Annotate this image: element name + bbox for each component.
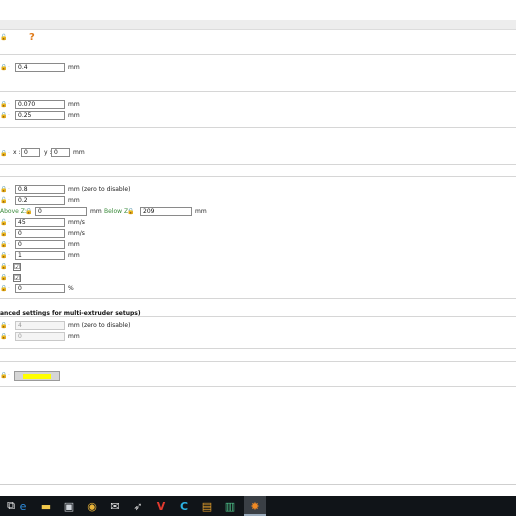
unlock-icon[interactable]: 🔓 [0, 220, 7, 226]
value-field[interactable]: 0.8 [15, 185, 65, 194]
divider [0, 484, 516, 485]
lock-icon[interactable]: 🔒 [25, 209, 32, 215]
divider [0, 386, 516, 387]
below-z-field[interactable]: 209 [140, 207, 192, 216]
divider [0, 361, 516, 362]
app-icon-2[interactable]: ➶ [127, 496, 149, 516]
reset-dot-icon[interactable]: · [8, 220, 12, 226]
lock-icon[interactable]: 🔒 [0, 231, 7, 237]
unlock-icon[interactable]: 🔓 [0, 198, 7, 204]
taskbar: ⧉ e ▬ ▣ ◉ ✉ ➶ V C ▤ ▥ ✸ [0, 496, 516, 516]
x-field[interactable]: 0 [21, 148, 40, 157]
value-field[interactable]: 0.25 [15, 111, 65, 120]
unit-label: mm [68, 241, 80, 248]
value-field[interactable]: 45 [15, 218, 65, 227]
divider [0, 91, 516, 92]
color-picker[interactable] [14, 371, 60, 381]
chrome-icon[interactable]: ◉ [81, 496, 103, 516]
unit-label: mm [68, 333, 80, 340]
reset-dot-icon[interactable]: · [8, 187, 12, 193]
lock-icon[interactable]: 🔒 [0, 113, 7, 119]
reset-dot-icon[interactable]: · [8, 286, 12, 292]
lock-icon[interactable]: 🔒 [0, 275, 7, 281]
divider [0, 164, 516, 165]
unit-label: mm [195, 208, 207, 215]
unit-label: mm [73, 149, 85, 156]
divider [0, 127, 516, 128]
x-label: x : [13, 149, 21, 156]
reset-dot-icon[interactable]: · [8, 264, 12, 270]
divider [0, 54, 516, 55]
file-explorer-icon[interactable]: ▬ [35, 496, 57, 516]
tab-strip [0, 20, 516, 30]
store-icon[interactable]: ▣ [58, 496, 80, 516]
divider [0, 348, 516, 349]
prusa-slicer-icon[interactable]: ✸ [244, 496, 266, 516]
color-swatch [23, 374, 51, 379]
y-field[interactable]: 0 [51, 148, 70, 157]
reset-dot-icon[interactable]: · [8, 373, 12, 379]
value-field[interactable]: 0.2 [15, 196, 65, 205]
unit-label: mm [68, 197, 80, 204]
value-field[interactable]: 0.4 [15, 63, 65, 72]
divider [0, 316, 516, 317]
value-field: 4 [15, 321, 65, 330]
reset-dot-icon: · [8, 322, 10, 329]
reset-dot-icon[interactable]: · [8, 102, 12, 108]
reset-dot-icon[interactable]: · [8, 242, 12, 248]
lock-icon[interactable]: 🔒 [0, 264, 7, 270]
reset-dot-icon[interactable]: · [8, 231, 12, 237]
lock-icon[interactable]: 🔒 [0, 253, 7, 259]
unit-label: mm [90, 208, 102, 215]
above-z-field[interactable]: 0 [35, 207, 87, 216]
value-field[interactable]: 0 [15, 229, 65, 238]
value-field[interactable]: 0 [15, 240, 65, 249]
reset-dot-icon[interactable]: · [8, 198, 12, 204]
lock-icon[interactable]: 🔒 [0, 187, 7, 193]
checkbox[interactable]: ☑ [13, 263, 21, 271]
lock-icon: 🔒 [0, 322, 8, 329]
edge-icon[interactable]: e [12, 496, 34, 516]
lock-icon[interactable]: 🔒 [0, 373, 7, 379]
divider [0, 298, 516, 299]
reset-dot-icon: · [8, 333, 10, 340]
app-icon-6[interactable]: ▥ [219, 496, 241, 516]
lock-icon[interactable]: 🔒 [0, 286, 7, 292]
reset-dot-icon[interactable]: · [8, 253, 12, 259]
unit-label: mm [68, 252, 80, 259]
unit-label: mm [68, 64, 80, 71]
divider [0, 176, 516, 177]
reset-dot-icon[interactable]: · [8, 275, 12, 281]
app-icon-1[interactable]: ✉ [104, 496, 126, 516]
reset-dot-icon[interactable]: · [8, 65, 12, 71]
unit-label: mm (zero to disable) [68, 322, 131, 329]
unlock-icon[interactable]: 🔓 [0, 35, 7, 41]
reset-dot-icon[interactable]: · [8, 151, 12, 157]
above-z-label: Above Z: [0, 208, 27, 215]
unit-label: mm (zero to disable) [68, 186, 131, 193]
lock-icon[interactable]: 🔒 [0, 151, 7, 157]
unit-label: mm/s [68, 219, 85, 226]
value-field[interactable]: 1 [15, 251, 65, 260]
reset-dot-icon[interactable]: · [8, 113, 12, 119]
value-field[interactable]: 0 [15, 284, 65, 293]
lock-icon[interactable]: 🔒 [0, 102, 7, 108]
unit-label: mm/s [68, 230, 85, 237]
help-icon[interactable]: ? [29, 33, 35, 43]
lock-icon[interactable]: 🔒 [0, 242, 7, 248]
app-icon-3[interactable]: V [150, 496, 172, 516]
value-field[interactable]: 0.070 [15, 100, 65, 109]
checkbox[interactable]: ☑ [13, 274, 21, 282]
unit-label: mm [68, 112, 80, 119]
lock-icon: 🔒 [0, 333, 8, 340]
settings-window: 🔓 ? 🔒 · 0.4 mm 🔒 · 0.070 mm 🔒 · 0.25 mm … [0, 0, 516, 516]
lock-icon[interactable]: 🔒 [0, 65, 7, 71]
title-area [0, 0, 516, 20]
app-icon-4[interactable]: C [173, 496, 195, 516]
app-icon-5[interactable]: ▤ [196, 496, 218, 516]
value-field: 0 [15, 332, 65, 341]
unit-label: % [68, 285, 74, 292]
lock-icon[interactable]: 🔒 [127, 209, 134, 215]
unit-label: mm [68, 101, 80, 108]
